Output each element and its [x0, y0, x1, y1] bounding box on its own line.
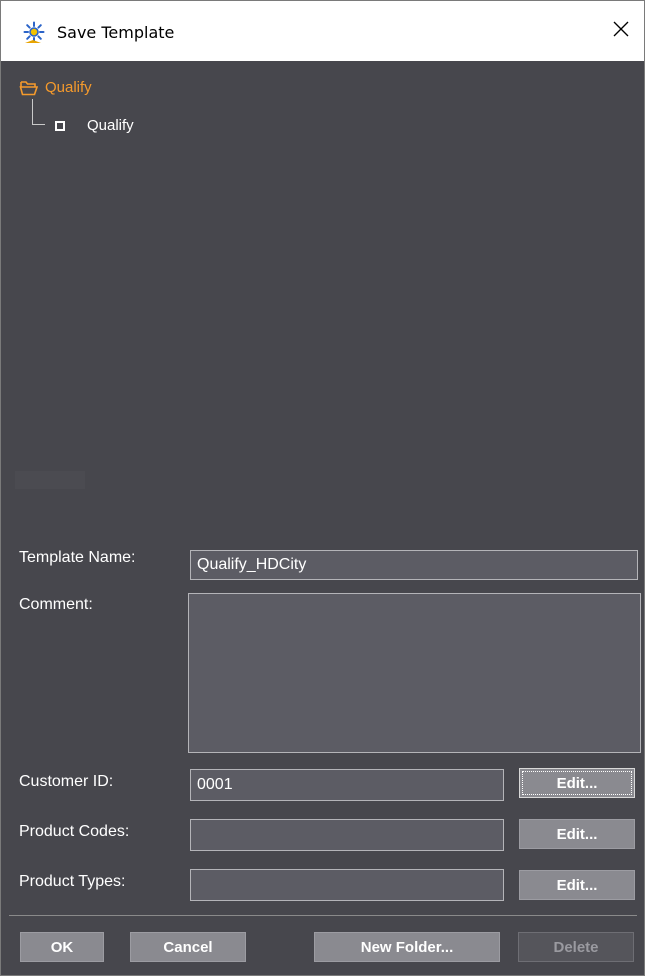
- product-types-edit-button[interactable]: Edit...: [519, 870, 635, 900]
- folder-open-icon: [19, 79, 39, 97]
- tree-item-qualify[interactable]: Qualify: [55, 115, 134, 137]
- tree-connector-line: [32, 99, 45, 125]
- close-button[interactable]: [598, 1, 644, 61]
- tree-root-folder[interactable]: Qualify: [19, 77, 92, 99]
- product-codes-input[interactable]: [190, 819, 504, 851]
- tree-scrollbar[interactable]: [15, 471, 85, 489]
- tree-item-label: Qualify: [87, 117, 134, 134]
- dialog-button-bar: OK Cancel New Folder... Delete: [9, 915, 637, 972]
- tree-root-label: Qualify: [45, 79, 92, 96]
- new-folder-button[interactable]: New Folder...: [314, 932, 500, 962]
- product-types-input[interactable]: [190, 869, 504, 901]
- comment-textarea[interactable]: [188, 593, 641, 753]
- template-name-input[interactable]: [190, 550, 638, 580]
- close-icon: [613, 21, 629, 42]
- save-template-dialog: Save Template Qualify Qualify Template N…: [0, 0, 645, 976]
- checkbox-icon[interactable]: [55, 121, 65, 131]
- gear-sparkle-icon: [23, 21, 47, 45]
- comment-label: Comment:: [19, 596, 93, 613]
- cancel-button[interactable]: Cancel: [130, 932, 246, 962]
- product-codes-edit-button[interactable]: Edit...: [519, 819, 635, 849]
- customer-id-edit-button[interactable]: Edit...: [519, 768, 635, 798]
- template-tree[interactable]: Qualify Qualify: [9, 61, 637, 531]
- product-types-label: Product Types:: [19, 873, 126, 890]
- template-name-label: Template Name:: [19, 549, 136, 566]
- customer-id-label: Customer ID:: [19, 773, 114, 790]
- customer-id-input[interactable]: [190, 769, 504, 801]
- ok-button[interactable]: OK: [20, 932, 104, 962]
- product-codes-label: Product Codes:: [19, 823, 130, 840]
- title-bar: Save Template: [1, 1, 644, 61]
- delete-button[interactable]: Delete: [518, 932, 634, 962]
- window-title: Save Template: [57, 23, 175, 42]
